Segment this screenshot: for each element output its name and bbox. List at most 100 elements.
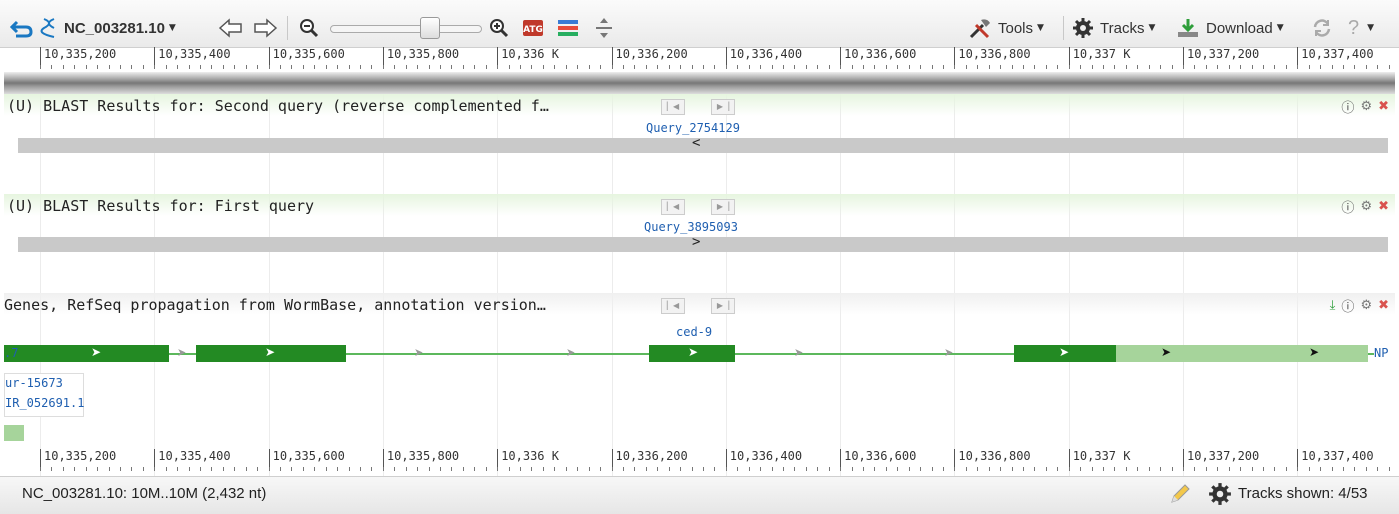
blast-hit[interactable]	[18, 237, 1388, 252]
ruler-minor-tick	[257, 65, 259, 69]
download-menu[interactable]: Download ▼	[1176, 15, 1284, 41]
close-icon[interactable]: ✖	[1378, 298, 1389, 313]
gene-subfeature-box[interactable]: ur-15673 IR_052691.1	[4, 373, 84, 417]
zoom-in-button[interactable]	[488, 15, 510, 41]
track-label[interactable]: (U) BLAST Results for: First query	[4, 196, 314, 216]
gear-icon[interactable]	[1208, 482, 1232, 510]
download-icon[interactable]: ⤓	[1330, 298, 1336, 313]
pan-left-button[interactable]	[218, 15, 244, 41]
close-icon[interactable]: ✖	[1378, 199, 1389, 214]
ruler-minor-tick	[234, 65, 236, 69]
ruler-minor-tick	[451, 65, 453, 69]
ruler-minor-tick	[360, 467, 362, 471]
track-next-button[interactable]: ▶▕	[711, 99, 735, 115]
tracks-shown-text[interactable]: Tracks shown: 4/53	[1238, 485, 1368, 502]
subfeature-block[interactable]	[4, 425, 24, 441]
ruler-minor-tick	[862, 65, 864, 69]
ruler-minor-tick	[714, 467, 716, 471]
ruler-minor-tick	[554, 65, 556, 69]
ruler-minor-tick	[577, 467, 579, 471]
ruler-minor-tick	[1102, 467, 1104, 471]
track-label[interactable]: (U) BLAST Results for: Second query (rev…	[4, 96, 549, 116]
gene-label[interactable]: ced-9	[676, 325, 712, 339]
track-prev-button[interactable]: ▏◀	[661, 99, 685, 115]
ruler-minor-tick	[1000, 467, 1002, 471]
track-label[interactable]: Genes, RefSeq propagation from WormBase,…	[4, 295, 546, 315]
ruler-minor-tick	[177, 467, 179, 471]
ruler-minor-tick	[405, 65, 407, 69]
zoom-slider[interactable]	[330, 15, 482, 41]
track-next-button[interactable]: ▶▕	[711, 298, 735, 314]
ruler-minor-tick	[85, 65, 87, 69]
ruler-minor-tick	[611, 65, 613, 69]
ruler-minor-tick	[222, 467, 224, 471]
ruler-minor-tick	[200, 65, 202, 69]
close-icon[interactable]: ✖	[1378, 99, 1389, 114]
edit-icon[interactable]	[1168, 482, 1192, 510]
ruler-minor-tick	[291, 65, 293, 69]
ruler-minor-tick	[1068, 467, 1070, 471]
ruler-minor-tick	[1354, 65, 1356, 69]
ruler-minor-tick	[862, 467, 864, 471]
ruler-minor-tick	[1137, 65, 1139, 69]
ruler-minor-tick	[680, 65, 682, 69]
ruler-minor-tick	[1274, 467, 1276, 471]
ruler-minor-tick	[668, 467, 670, 471]
sequence-selector[interactable]: NC_003281.10 ▼	[40, 15, 176, 41]
ruler-minor-tick	[508, 467, 510, 471]
ruler-minor-tick	[1308, 467, 1310, 471]
pan-right-button[interactable]	[252, 15, 278, 41]
zoom-out-button[interactable]	[298, 15, 320, 41]
feature-label[interactable]: Query_2754129	[646, 121, 740, 135]
ruler-minor-tick	[40, 65, 41, 69]
ruler-minor-tick	[440, 65, 442, 69]
ruler-tick-label: 10,336 K	[497, 47, 559, 69]
resize-button[interactable]	[594, 15, 614, 41]
refresh-button[interactable]	[1310, 15, 1334, 41]
gear-icon[interactable]: ⚙	[1360, 99, 1372, 114]
track-prev-button[interactable]: ▏◀	[661, 199, 685, 215]
track-next-button[interactable]: ▶▕	[711, 199, 735, 215]
zoom-slider-handle[interactable]	[420, 17, 440, 39]
ruler-minor-tick	[428, 467, 430, 471]
track-prev-button[interactable]: ▏◀	[661, 298, 685, 314]
ruler-minor-tick	[74, 467, 76, 471]
ruler-minor-tick	[1011, 65, 1013, 69]
sequence-toggle-button[interactable]: ATG	[522, 15, 544, 41]
ruler-minor-tick	[188, 65, 190, 69]
position-ruler-bottom: 10,335,200 10,335,400 10,335,600 10,335,800…	[4, 449, 1395, 471]
download-icon	[1178, 19, 1198, 37]
ruler-minor-tick	[645, 467, 647, 471]
tracks-menu[interactable]: Tracks ▼	[1072, 15, 1155, 41]
ruler-minor-tick	[1045, 467, 1047, 471]
ruler-minor-tick	[1274, 65, 1276, 69]
info-icon[interactable]: ⓘ	[1341, 296, 1354, 315]
ruler-minor-tick	[1377, 467, 1379, 471]
overview-scale[interactable]	[4, 72, 1395, 94]
ruler-minor-tick	[1297, 467, 1299, 471]
feature-label[interactable]: Query_3895093	[644, 220, 738, 234]
ruler-minor-tick	[1057, 65, 1059, 69]
tools-menu[interactable]: Tools ▼	[968, 15, 1044, 41]
ruler-minor-tick	[931, 467, 933, 471]
ruler-minor-tick	[1125, 65, 1127, 69]
help-menu[interactable]: ? ▼	[1348, 15, 1374, 41]
ruler-minor-tick	[954, 65, 956, 69]
track-area[interactable]: (U) BLAST Results for: Second query (rev…	[4, 94, 1395, 476]
back-icon[interactable]	[10, 15, 34, 41]
ruler-minor-tick	[645, 65, 647, 69]
ruler-minor-tick	[1240, 65, 1242, 69]
info-icon[interactable]: ⓘ	[1341, 197, 1354, 216]
ruler-minor-tick	[211, 65, 213, 69]
gear-icon[interactable]: ⚙	[1360, 298, 1372, 313]
ruler-minor-tick	[382, 467, 384, 471]
ruler-minor-tick	[154, 467, 156, 471]
ruler-minor-tick	[1114, 467, 1116, 471]
status-bar: NC_003281.10: 10M..10M (2,432 nt) Tracks…	[0, 476, 1399, 514]
ruler-minor-tick	[725, 467, 727, 471]
info-icon[interactable]: ⓘ	[1341, 97, 1354, 116]
highlight-button[interactable]	[556, 15, 580, 41]
blast-hit[interactable]	[18, 138, 1388, 153]
ruler-minor-tick	[988, 467, 990, 471]
gear-icon[interactable]: ⚙	[1360, 199, 1372, 214]
